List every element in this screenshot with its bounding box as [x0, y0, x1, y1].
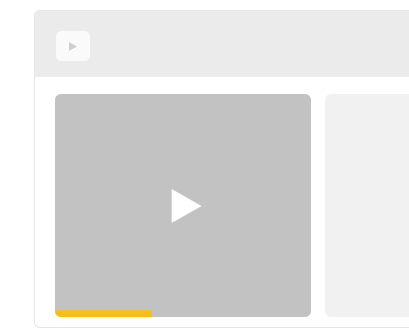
progress-fill — [55, 310, 153, 317]
video-card — [34, 10, 409, 328]
header-play-button[interactable] — [56, 31, 90, 61]
page — [0, 0, 409, 332]
video-thumbnail[interactable] — [55, 94, 311, 317]
progress-bar[interactable] — [55, 310, 311, 317]
play-icon[interactable] — [171, 188, 202, 223]
small-play-icon — [69, 41, 77, 51]
content-area — [35, 77, 409, 327]
card-header — [35, 11, 409, 77]
next-video-thumbnail[interactable] — [325, 94, 409, 317]
